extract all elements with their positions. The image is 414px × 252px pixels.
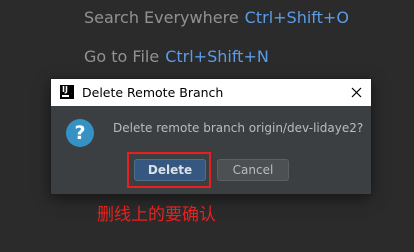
hint-shortcut: Ctrl+Shift+N xyxy=(165,47,269,66)
hint-go-to-file: Go to File Ctrl+Shift+N xyxy=(84,47,269,67)
app-icon-text: IJ xyxy=(62,85,68,94)
close-button[interactable] xyxy=(341,79,371,106)
hint-label: Go to File xyxy=(84,47,160,66)
dialog-message: Delete remote branch origin/dev-lidaye2? xyxy=(113,121,364,135)
question-icon: ? xyxy=(66,119,94,147)
dialog-title: Delete Remote Branch xyxy=(82,85,224,100)
dialog-titlebar[interactable]: IJ Delete Remote Branch xyxy=(51,79,371,106)
hint-label: Search Everywhere xyxy=(84,8,239,27)
hint-shortcut: Ctrl+Shift+O xyxy=(244,8,349,27)
hint-search-everywhere: Search Everywhere Ctrl+Shift+O xyxy=(84,8,349,28)
close-icon xyxy=(351,87,362,98)
annotation-text: 删线上的要确认 xyxy=(97,205,216,225)
cancel-button[interactable]: Cancel xyxy=(217,159,289,181)
intellij-idea-icon: IJ xyxy=(60,85,74,99)
delete-remote-branch-dialog: IJ Delete Remote Branch ? Delete remote … xyxy=(51,79,371,194)
question-glyph: ? xyxy=(74,122,86,144)
annotation-highlight-box xyxy=(127,152,211,188)
